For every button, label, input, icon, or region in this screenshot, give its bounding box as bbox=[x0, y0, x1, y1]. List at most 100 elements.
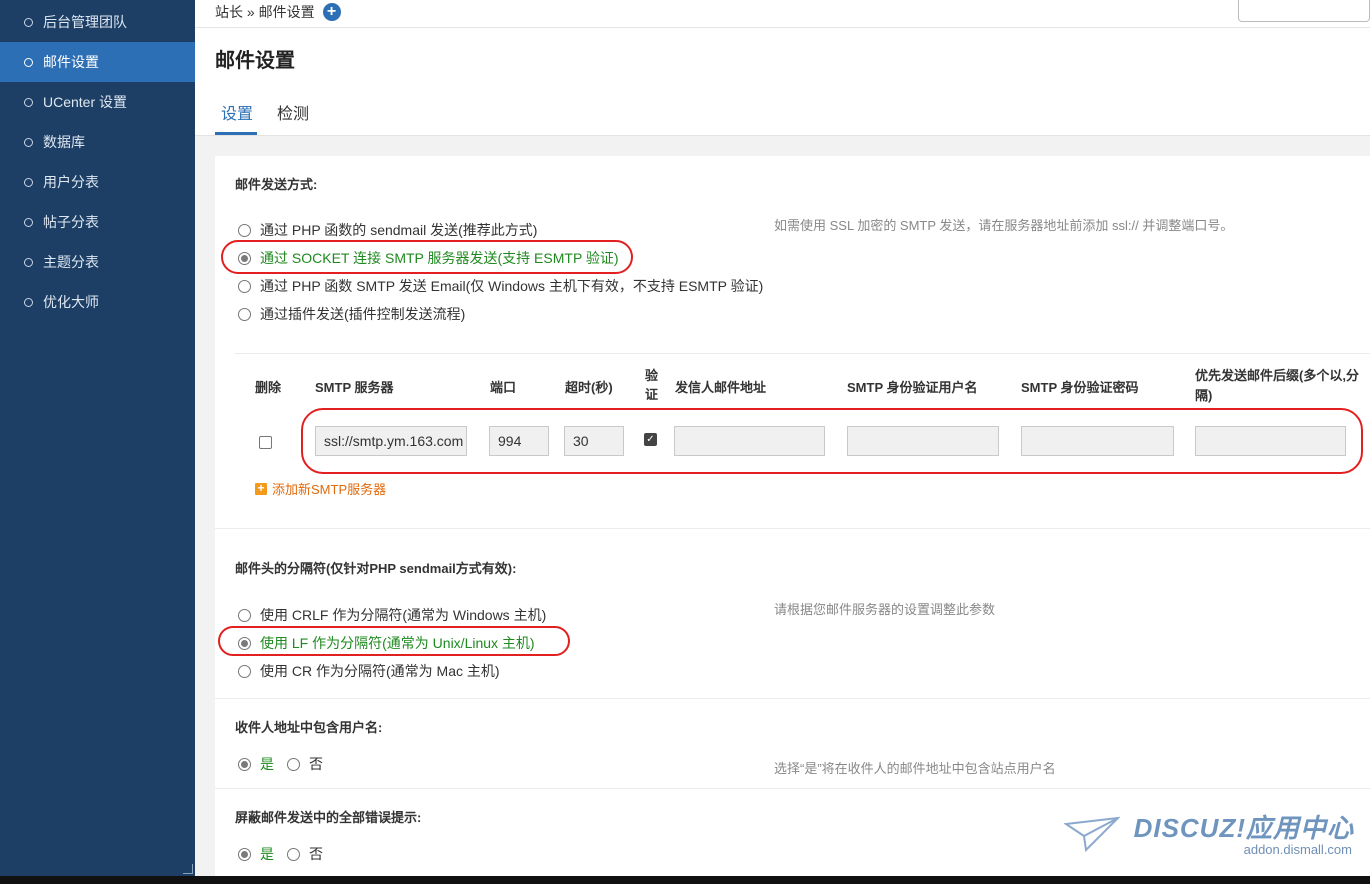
smtp-port-input[interactable]: 994 bbox=[489, 426, 549, 456]
header-separator-label: 邮件头的分隔符(仅针对PHP sendmail方式有效): bbox=[235, 561, 517, 576]
sidebar-item-label: 优化大师 bbox=[43, 294, 99, 310]
option-label: 是 bbox=[260, 756, 274, 772]
circle-bullet-icon bbox=[24, 17, 33, 27]
send-method-option-sendmail[interactable]: 通过 PHP 函数的 sendmail 发送(推荐此方式) bbox=[238, 220, 537, 240]
column-header-password: SMTP 身份验证密码 bbox=[1021, 380, 1139, 395]
separator-option-lf[interactable]: 使用 LF 作为分隔符(通常为 Unix/Linux 主机) bbox=[238, 633, 535, 653]
sidebar-item-label: 后台管理团队 bbox=[43, 14, 127, 30]
circle-bullet-icon bbox=[24, 297, 33, 307]
radio-button[interactable] bbox=[238, 279, 251, 293]
column-header-suffix: 优先发送邮件后缀(多个以,分隔) bbox=[1195, 368, 1359, 403]
auth-username-input[interactable] bbox=[847, 426, 999, 456]
auth-checkbox[interactable]: ✓ bbox=[644, 433, 657, 446]
send-method-option-php-smtp[interactable]: 通过 PHP 函数 SMTP 发送 Email(仅 Windows 主机下有效，… bbox=[238, 276, 763, 296]
option-label: 使用 LF 作为分隔符(通常为 Unix/Linux 主机) bbox=[260, 635, 535, 651]
sidebar: 后台管理团队 邮件设置 UCenter 设置 数据库 用户分表 帖子分表 主题分… bbox=[0, 0, 195, 876]
option-label: 通过 PHP 函数 SMTP 发送 Email(仅 Windows 主机下有效，… bbox=[260, 278, 764, 294]
column-header-from: 发信人邮件地址 bbox=[675, 380, 767, 395]
include-username-yes[interactable]: 是 bbox=[238, 754, 274, 774]
circle-bullet-icon bbox=[24, 177, 33, 187]
radio-button-selected[interactable] bbox=[238, 636, 251, 650]
from-address-input[interactable] bbox=[674, 426, 825, 456]
divider bbox=[215, 788, 1370, 789]
discuz-watermark: DISCUZ!应用中心 addon.dismall.com bbox=[1064, 808, 1354, 860]
smtp-server-input[interactable]: ssl://smtp.ym.163.com bbox=[315, 426, 467, 456]
send-method-label: 邮件发送方式: bbox=[235, 177, 318, 192]
column-header-port: 端口 bbox=[490, 380, 517, 395]
divider bbox=[215, 528, 1370, 529]
send-method-option-plugin[interactable]: 通过插件发送(插件控制发送流程) bbox=[238, 304, 465, 324]
circle-bullet-icon bbox=[24, 57, 33, 67]
auth-password-input[interactable] bbox=[1021, 426, 1174, 456]
radio-button-selected[interactable] bbox=[238, 757, 251, 771]
sidebar-item-label: 邮件设置 bbox=[43, 54, 99, 70]
top-bar: 站长 » 邮件设置 + bbox=[195, 0, 1370, 28]
radio-button-selected[interactable] bbox=[238, 847, 251, 861]
sidebar-item-optimizer[interactable]: 优化大师 bbox=[0, 282, 195, 322]
add-smtp-server-label: 添加新SMTP服务器 bbox=[272, 482, 387, 497]
option-label: 是 bbox=[260, 846, 274, 862]
radio-button[interactable] bbox=[238, 664, 251, 678]
separator-option-cr[interactable]: 使用 CR 作为分隔符(通常为 Mac 主机) bbox=[238, 661, 500, 681]
resize-grip-icon[interactable] bbox=[183, 864, 193, 874]
option-label: 否 bbox=[309, 846, 323, 862]
column-header-delete: 删除 bbox=[255, 380, 282, 395]
plus-circle-icon[interactable]: + bbox=[322, 3, 341, 21]
smtp-timeout-input[interactable]: 30 bbox=[564, 426, 624, 456]
delete-checkbox[interactable] bbox=[259, 436, 272, 449]
silent-errors-yes[interactable]: 是 bbox=[238, 844, 274, 864]
circle-bullet-icon bbox=[24, 257, 33, 267]
add-smtp-server-button[interactable]: + 添加新SMTP服务器 bbox=[255, 479, 386, 498]
radio-button[interactable] bbox=[238, 307, 251, 321]
sidebar-item-database[interactable]: 数据库 bbox=[0, 122, 195, 162]
watermark-domain: addon.dismall.com bbox=[1243, 842, 1352, 857]
plus-square-icon: + bbox=[255, 482, 267, 495]
active-tab-indicator bbox=[215, 132, 257, 135]
sidebar-item-label: 数据库 bbox=[43, 134, 85, 150]
sidebar-item-label: UCenter 设置 bbox=[43, 94, 128, 110]
radio-button[interactable] bbox=[287, 847, 300, 861]
send-method-option-socket[interactable]: 通过 SOCKET 连接 SMTP 服务器发送(支持 ESMTP 验证) bbox=[238, 248, 619, 268]
option-label: 通过 PHP 函数的 sendmail 发送(推荐此方式) bbox=[260, 222, 538, 238]
paper-plane-icon bbox=[1064, 816, 1120, 853]
circle-bullet-icon bbox=[24, 217, 33, 227]
sidebar-item-mail-settings[interactable]: 邮件设置 bbox=[0, 42, 195, 82]
sidebar-item-admin-team[interactable]: 后台管理团队 bbox=[0, 2, 195, 42]
option-label: 通过 SOCKET 连接 SMTP 服务器发送(支持 ESMTP 验证) bbox=[260, 250, 619, 266]
column-header-timeout: 超时(秒) bbox=[565, 380, 613, 395]
sidebar-item-label: 帖子分表 bbox=[43, 214, 99, 230]
column-header-username: SMTP 身份验证用户名 bbox=[847, 380, 978, 395]
sidebar-item-post-tables[interactable]: 帖子分表 bbox=[0, 202, 195, 242]
page-title: 邮件设置 bbox=[215, 50, 295, 72]
radio-button[interactable] bbox=[238, 608, 251, 622]
main-content: 站长 » 邮件设置 + 邮件设置 设置 检测 邮件发送方式: 如需使用 SSL … bbox=[195, 0, 1370, 876]
breadcrumb: 站长 » 邮件设置 + bbox=[215, 2, 341, 22]
watermark-brand: DISCUZ!应用中心 bbox=[1133, 813, 1354, 843]
tab-check[interactable]: 检测 bbox=[277, 100, 309, 124]
radio-button[interactable] bbox=[287, 757, 300, 771]
priority-suffix-input[interactable] bbox=[1195, 426, 1346, 456]
sidebar-item-ucenter[interactable]: UCenter 设置 bbox=[0, 82, 195, 122]
divider bbox=[235, 353, 1370, 354]
option-label: 否 bbox=[309, 756, 323, 772]
sidebar-item-user-tables[interactable]: 用户分表 bbox=[0, 162, 195, 202]
radio-button[interactable] bbox=[238, 223, 251, 237]
sidebar-item-label: 用户分表 bbox=[43, 174, 99, 190]
sidebar-item-thread-tables[interactable]: 主题分表 bbox=[0, 242, 195, 282]
search-input[interactable] bbox=[1238, 0, 1370, 22]
silent-errors-no[interactable]: 否 bbox=[287, 844, 323, 864]
taskbar-strip bbox=[0, 876, 1370, 884]
option-label: 通过插件发送(插件控制发送流程) bbox=[260, 306, 466, 322]
include-username-hint: 选择“是”将在收件人的邮件地址中包含站点用户名 bbox=[774, 761, 1056, 776]
header-separator-hint: 请根据您邮件服务器的设置调整此参数 bbox=[774, 602, 996, 617]
sidebar-item-label: 主题分表 bbox=[43, 254, 99, 270]
include-username-no[interactable]: 否 bbox=[287, 754, 323, 774]
settings-panel: 邮件发送方式: 如需使用 SSL 加密的 SMTP 发送，请在服务器地址前添加 … bbox=[215, 156, 1370, 876]
separator-option-crlf[interactable]: 使用 CRLF 作为分隔符(通常为 Windows 主机) bbox=[238, 605, 546, 625]
radio-button-selected[interactable] bbox=[238, 251, 251, 265]
send-method-hint: 如需使用 SSL 加密的 SMTP 发送，请在服务器地址前添加 ssl:// 并… bbox=[774, 218, 1234, 233]
divider bbox=[215, 698, 1370, 699]
tab-settings[interactable]: 设置 bbox=[221, 100, 253, 124]
circle-bullet-icon bbox=[24, 137, 33, 147]
column-header-auth: 验证 bbox=[645, 368, 659, 402]
